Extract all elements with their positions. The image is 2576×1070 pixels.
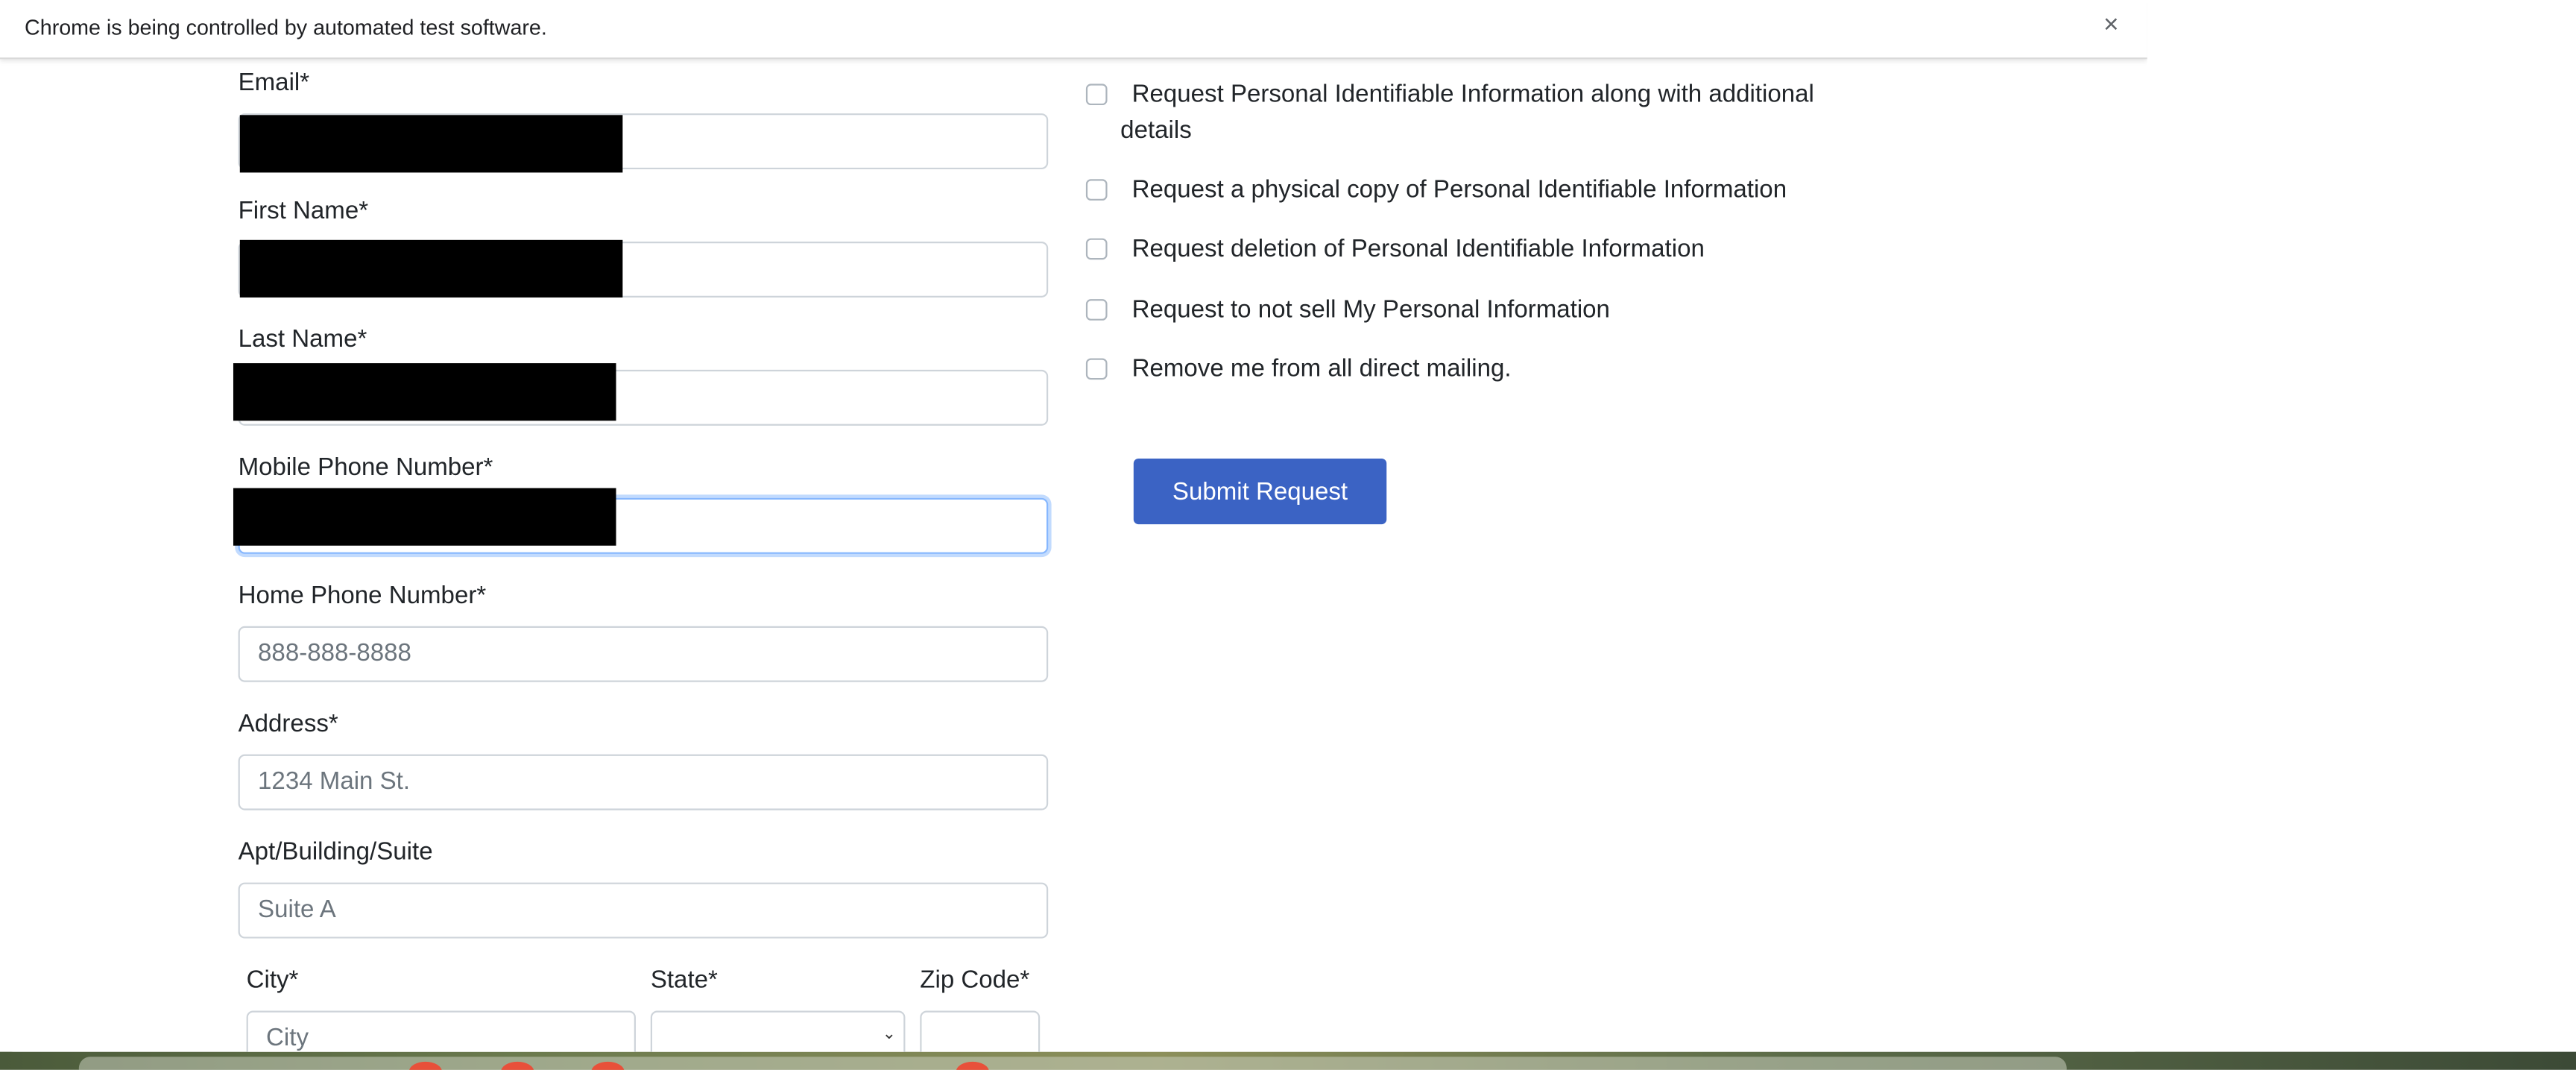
submit-request-button[interactable]: Submit Request xyxy=(1133,458,1387,525)
infobar-message: Chrome is being controlled by automated … xyxy=(25,14,547,40)
request-deletion-checkbox[interactable] xyxy=(1085,238,1108,260)
apt-input[interactable]: Suite A xyxy=(238,882,1049,939)
browser-window: Chrome is being controlled by automated … xyxy=(0,0,2147,1052)
city-label: City* xyxy=(246,966,299,995)
home-phone-input[interactable]: 888-888-8888 xyxy=(238,626,1049,682)
dock xyxy=(78,1057,2067,1070)
state-select[interactable] xyxy=(650,1010,906,1052)
mobile-phone-label: Mobile Phone Number* xyxy=(238,453,493,482)
request-do-not-sell-label: Request to not sell My Personal Informat… xyxy=(1131,295,1610,324)
request-pii-details-label: Request Personal Identifiable Informatio… xyxy=(1131,81,1814,109)
request-physical-copy-label: Request a physical copy of Personal Iden… xyxy=(1131,175,1787,204)
automation-infobar: Chrome is being controlled by automated … xyxy=(0,0,2147,60)
redacted-value xyxy=(233,363,616,421)
email-label: Email* xyxy=(238,69,310,98)
redacted-value xyxy=(239,115,623,173)
remove-direct-mailing-label: Remove me from all direct mailing. xyxy=(1131,355,1512,383)
request-pii-details-label-continued: details xyxy=(1120,116,1192,145)
redacted-value xyxy=(233,488,616,546)
zip-input[interactable] xyxy=(920,1010,1041,1052)
desktop-background xyxy=(2147,0,2576,1070)
first-name-label: First Name* xyxy=(238,197,369,225)
address-input[interactable]: 1234 Main St. xyxy=(238,754,1049,811)
zip-label: Zip Code* xyxy=(920,966,1030,995)
remove-direct-mailing-checkbox[interactable] xyxy=(1085,358,1108,380)
address-label: Address* xyxy=(238,710,338,738)
apt-label: Apt/Building/Suite xyxy=(238,838,433,866)
last-name-label: Last Name* xyxy=(238,325,367,353)
request-do-not-sell-checkbox[interactable] xyxy=(1085,299,1108,321)
chevron-down-icon: ⌄ xyxy=(882,1025,897,1044)
request-physical-copy-checkbox[interactable] xyxy=(1085,179,1108,201)
home-phone-label: Home Phone Number* xyxy=(238,582,487,610)
state-label: State* xyxy=(650,966,718,995)
request-pii-details-checkbox[interactable] xyxy=(1085,84,1108,106)
close-icon[interactable]: × xyxy=(2098,8,2124,44)
city-input[interactable]: City xyxy=(246,1010,636,1052)
request-deletion-label: Request deletion of Personal Identifiabl… xyxy=(1131,235,1705,263)
redacted-value xyxy=(239,239,623,298)
screen: Chrome is being controlled by automated … xyxy=(0,0,2576,1070)
